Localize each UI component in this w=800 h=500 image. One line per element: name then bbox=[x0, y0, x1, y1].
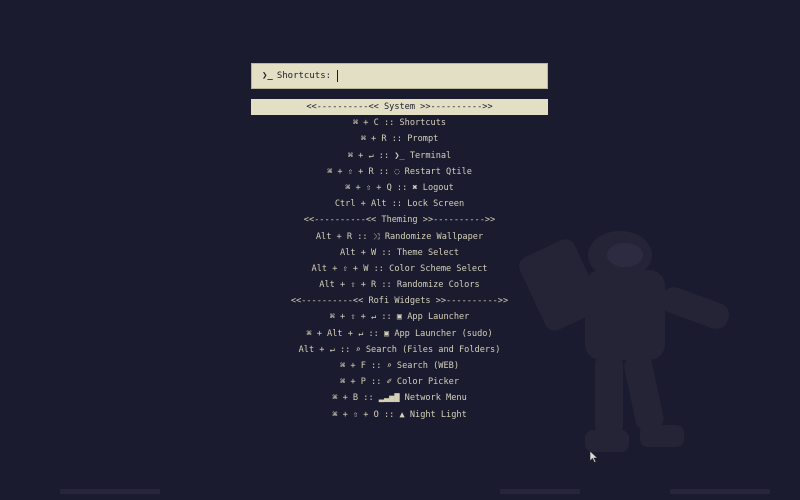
list-item[interactable]: ⌘ + ⇧ + R :: ◌ Restart Qtile bbox=[251, 164, 548, 180]
mouse-pointer-icon bbox=[590, 451, 598, 463]
shortcuts-prompt-input[interactable]: ❯_ Shortcuts: bbox=[251, 63, 548, 89]
list-item[interactable]: ⌘ + ⇧ + Q :: ✖ Logout bbox=[251, 180, 548, 196]
terminal-prompt-icon: ❯_ bbox=[262, 71, 273, 81]
list-item[interactable]: ⌘ + R :: Prompt bbox=[251, 131, 548, 147]
list-item[interactable]: ⌘ + B :: ▂▃▅▇ Network Menu bbox=[251, 390, 548, 406]
text-caret bbox=[337, 70, 339, 82]
shortcut-list: <<----------<< System >>---------->> ⌘ + … bbox=[251, 99, 548, 423]
section-header[interactable]: <<----------<< Rofi Widgets >>----------… bbox=[251, 293, 548, 309]
list-item[interactable]: Alt + ⇧ + W :: Color Scheme Select bbox=[251, 261, 548, 277]
list-item[interactable]: Alt + ↵ :: ⌕ Search (Files and Folders) bbox=[251, 342, 548, 358]
section-header[interactable]: <<----------<< System >>---------->> bbox=[251, 99, 548, 116]
list-item[interactable]: Alt + ⇧ + R :: Randomize Colors bbox=[251, 277, 548, 293]
list-item[interactable]: ⌘ + P :: ✐ Color Picker bbox=[251, 374, 548, 390]
list-item[interactable]: ⌘ + ⇧ + ↵ :: ▣ App Launcher bbox=[251, 309, 548, 325]
prompt-label: Shortcuts: bbox=[276, 71, 332, 81]
list-item[interactable]: ⌘ + Alt + ↵ :: ▣ App Launcher (sudo) bbox=[251, 326, 548, 342]
section-header[interactable]: <<----------<< Theming >>---------->> bbox=[251, 212, 548, 228]
list-item[interactable]: ⌘ + ↵ :: ❯_ Terminal bbox=[251, 148, 548, 164]
list-item[interactable]: ⌘ + ⇧ + O :: ▲ Night Light bbox=[251, 407, 548, 423]
bottom-bar-decoration bbox=[60, 489, 770, 494]
list-item[interactable]: Alt + W :: Theme Select bbox=[251, 245, 548, 261]
list-item[interactable]: ⌘ + F :: ⌕ Search (WEB) bbox=[251, 358, 548, 374]
list-item[interactable]: Alt + R :: ⤨ Randomize Wallpaper bbox=[251, 229, 548, 245]
list-item[interactable]: Ctrl + Alt :: Lock Screen bbox=[251, 196, 548, 212]
list-item[interactable]: ⌘ + C :: Shortcuts bbox=[251, 115, 548, 131]
